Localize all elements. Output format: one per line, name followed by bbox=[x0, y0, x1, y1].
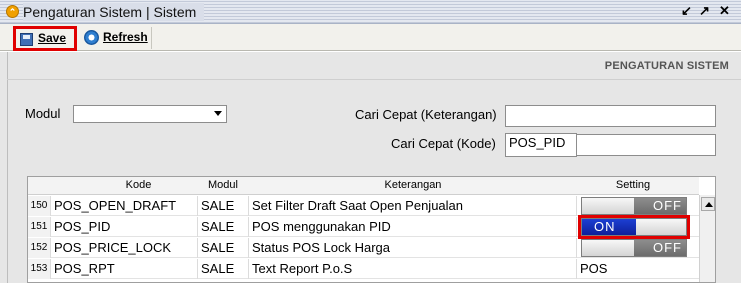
panel-border bbox=[7, 52, 8, 283]
cari-kode-label: Cari Cepat (Kode) bbox=[391, 136, 496, 151]
restore-icon[interactable]: ↙ bbox=[679, 4, 694, 19]
cari-keterangan-label: Cari Cepat (Keterangan) bbox=[355, 107, 497, 122]
cell-setting-text[interactable]: POS bbox=[577, 259, 687, 279]
save-icon bbox=[20, 33, 33, 46]
save-label: Save bbox=[38, 31, 67, 45]
save-button[interactable]: Save bbox=[13, 26, 77, 51]
table-row[interactable]: 150 POS_OPEN_DRAFT SALE Set Filter Draft… bbox=[28, 196, 699, 216]
vertical-scrollbar[interactable] bbox=[699, 195, 715, 282]
cari-keterangan-input[interactable] bbox=[505, 105, 716, 127]
row-number: 152 bbox=[28, 238, 51, 258]
table-header: Kode Modul Keterangan Setting bbox=[28, 177, 699, 195]
refresh-button[interactable]: Refresh bbox=[81, 27, 152, 49]
cell-keterangan: Text Report P.o.S bbox=[249, 259, 577, 279]
divider bbox=[7, 79, 741, 80]
modul-label: Modul bbox=[25, 106, 61, 121]
close-icon[interactable]: ✕ bbox=[717, 4, 732, 19]
setting-toggle-on[interactable]: ON bbox=[581, 218, 687, 236]
row-number: 153 bbox=[28, 259, 51, 279]
settings-table: Kode Modul Keterangan Setting 150 POS_OP… bbox=[27, 176, 716, 283]
col-modul[interactable]: Modul bbox=[198, 179, 248, 191]
cell-modul: SALE bbox=[198, 217, 249, 237]
app-icon: ⌃ bbox=[6, 5, 19, 18]
cell-modul: SALE bbox=[198, 259, 249, 279]
refresh-icon bbox=[84, 30, 99, 45]
refresh-label: Refresh bbox=[103, 30, 148, 44]
cell-keterangan: Status POS Lock Harga bbox=[249, 238, 577, 258]
toggle-label: OFF bbox=[653, 198, 682, 213]
scroll-up-icon[interactable] bbox=[701, 197, 715, 211]
cell-kode: POS_RPT bbox=[51, 259, 198, 279]
maximize-icon[interactable]: ↗ bbox=[697, 4, 712, 19]
modul-select[interactable] bbox=[73, 105, 227, 123]
row-number: 150 bbox=[28, 196, 51, 216]
col-keterangan[interactable]: Keterangan bbox=[248, 179, 578, 191]
chevron-down-icon bbox=[214, 111, 222, 116]
setting-toggle-off[interactable]: OFF bbox=[581, 197, 687, 215]
section-title: PENGATURAN SISTEM bbox=[604, 60, 729, 72]
table-row[interactable]: 153 POS_RPT SALE Text Report P.o.S POS bbox=[28, 259, 699, 279]
window-title: Pengaturan Sistem | Sistem bbox=[23, 3, 205, 21]
table-row[interactable]: 152 POS_PRICE_LOCK SALE Status POS Lock … bbox=[28, 238, 699, 258]
toggle-label: ON bbox=[594, 219, 616, 234]
col-setting[interactable]: Setting bbox=[578, 179, 688, 191]
cari-kode-value[interactable]: POS_PID bbox=[505, 133, 577, 157]
row-number: 151 bbox=[28, 217, 51, 237]
cell-kode: POS_PRICE_LOCK bbox=[51, 238, 198, 258]
toggle-knob bbox=[582, 240, 634, 256]
table-row[interactable]: 151 POS_PID SALE POS menggunakan PID ON bbox=[28, 215, 699, 239]
toggle-label: OFF bbox=[653, 240, 682, 255]
cell-modul: SALE bbox=[198, 238, 249, 258]
cell-modul: SALE bbox=[198, 196, 249, 216]
cell-kode: POS_PID bbox=[51, 217, 198, 237]
cell-keterangan: POS menggunakan PID bbox=[249, 217, 577, 237]
setting-toggle-off[interactable]: OFF bbox=[581, 239, 687, 257]
cell-kode: POS_OPEN_DRAFT bbox=[51, 196, 198, 216]
cell-keterangan: Set Filter Draft Saat Open Penjualan bbox=[249, 196, 577, 216]
toggle-knob bbox=[582, 198, 634, 214]
